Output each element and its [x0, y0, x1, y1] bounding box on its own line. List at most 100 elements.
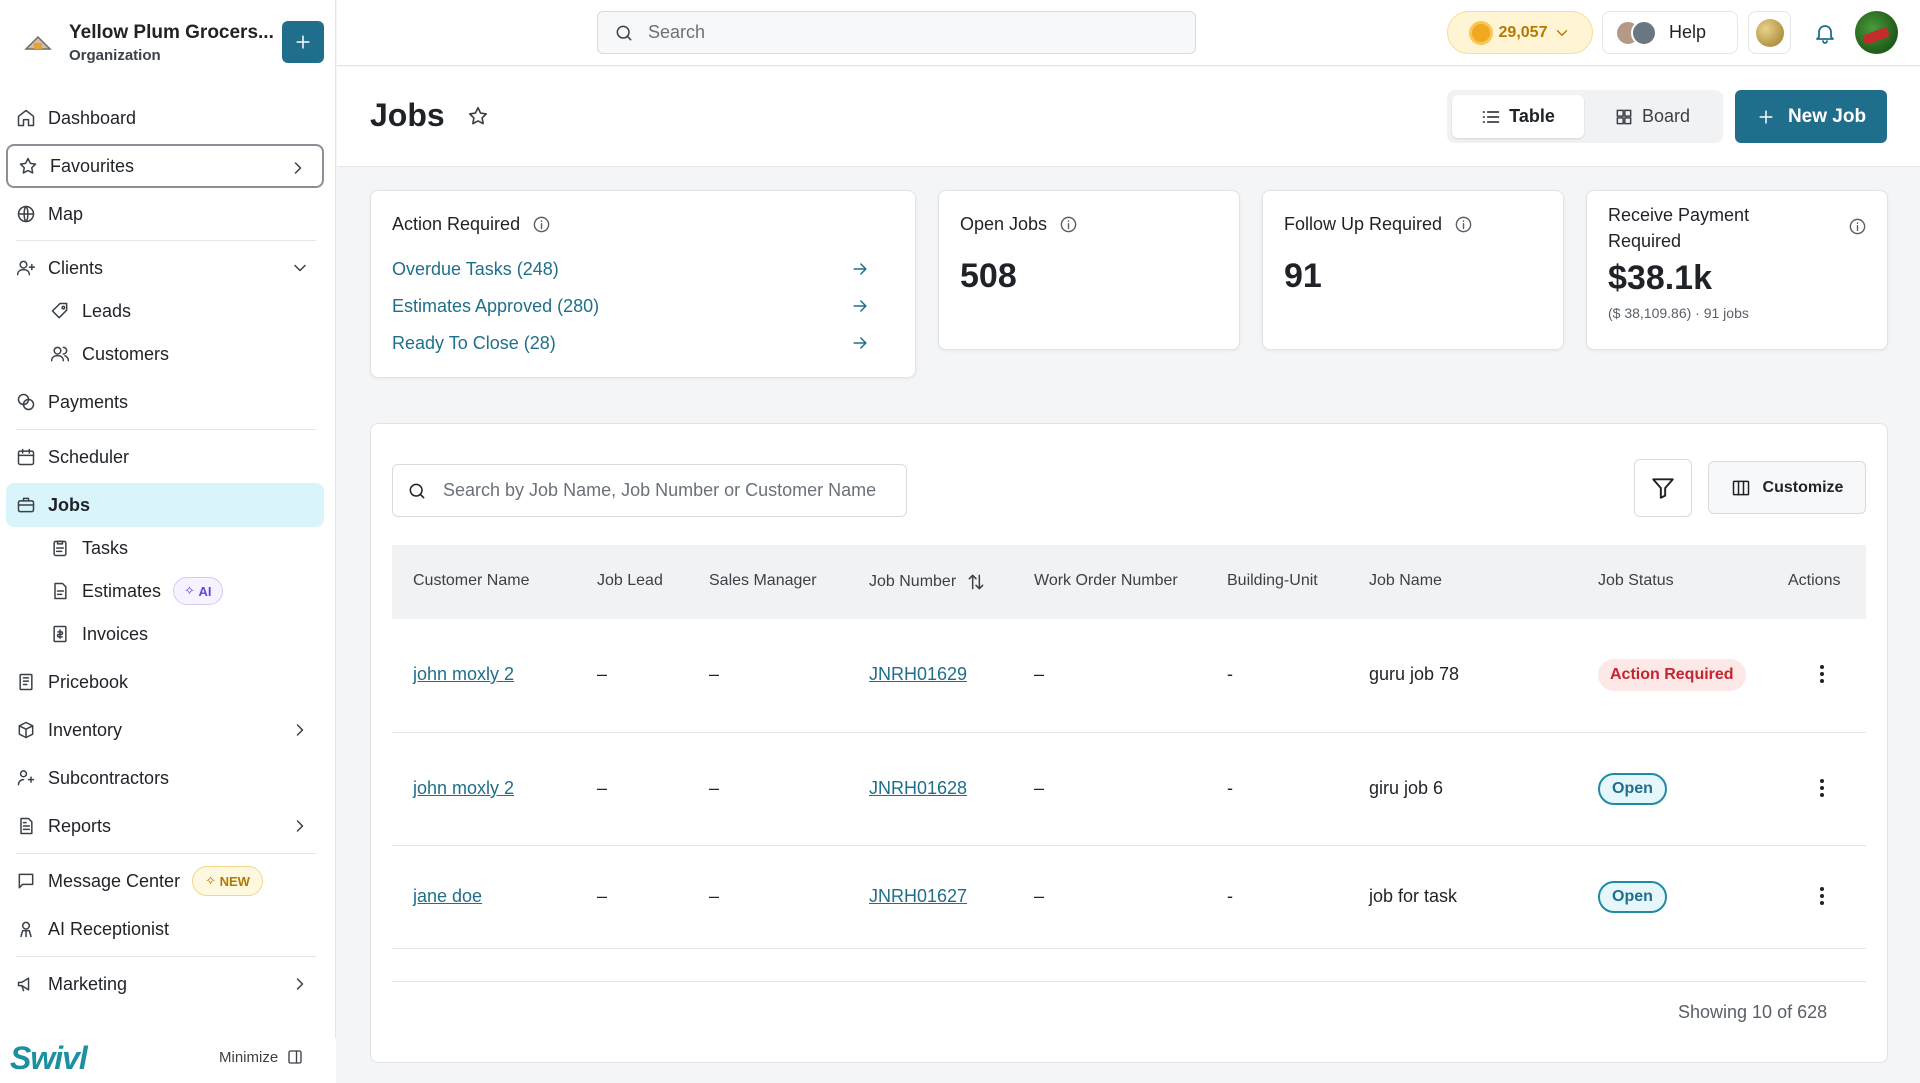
minimize-button[interactable]: Minimize	[219, 1048, 304, 1066]
sidebar-item-favourites[interactable]: Favourites	[6, 144, 324, 188]
job-lead: –	[597, 778, 608, 798]
sales-manager: –	[709, 886, 720, 906]
credits-button[interactable]: 29,057	[1447, 11, 1593, 54]
ready-to-close-link[interactable]: Ready To Close (28)	[392, 333, 892, 354]
sidebar-item-scheduler[interactable]: Scheduler	[6, 435, 324, 479]
building-unit: -	[1227, 664, 1233, 684]
tab-table[interactable]: Table	[1452, 95, 1584, 138]
kebab-icon[interactable]	[1812, 776, 1832, 800]
divider	[16, 853, 316, 854]
column-header[interactable]: Sales Manager	[709, 572, 817, 590]
help-button[interactable]: Help	[1602, 11, 1738, 54]
sidebar-item-tasks[interactable]: Tasks	[44, 526, 324, 570]
sidebar-item-jobs[interactable]: Jobs	[6, 483, 324, 527]
sidebar-item-leads[interactable]: Leads	[44, 289, 324, 333]
sidebar-item-inventory[interactable]: Inventory	[6, 708, 324, 752]
info-icon[interactable]	[1059, 215, 1078, 234]
user-link-icon	[17, 770, 35, 786]
sidebar-item-label: Reports	[48, 815, 112, 836]
arrow-right-icon	[853, 263, 867, 275]
org-switcher[interactable]: Yellow Plum Grocers... Organization	[18, 18, 324, 68]
columns-icon	[1732, 480, 1749, 495]
building-unit: -	[1227, 886, 1233, 906]
job-lead: –	[597, 664, 608, 684]
profile-avatar[interactable]	[1855, 11, 1898, 54]
sidebar-item-subcontractors[interactable]: Subcontractors	[6, 756, 324, 800]
column-header[interactable]: Job Status	[1598, 572, 1674, 590]
customer-link[interactable]: john moxly 2	[413, 664, 514, 685]
card-value: 91	[1284, 257, 1322, 295]
table-row[interactable]: john moxly 2 – – JNRH01629 – - guru job …	[392, 619, 1866, 733]
divider	[392, 981, 1866, 982]
sidebar-item-dashboard[interactable]: Dashboard	[6, 96, 324, 140]
column-header[interactable]: Work Order Number	[1034, 572, 1178, 590]
job-name: giru job 6	[1369, 778, 1444, 798]
sidebar-item-label: Pricebook	[48, 671, 129, 692]
ai-assistant-button[interactable]	[1748, 11, 1791, 54]
calendar-icon	[17, 448, 35, 466]
receptionist-icon	[20, 921, 32, 938]
table-row[interactable]: jane doe – – JNRH01627 – - job for task …	[392, 846, 1866, 949]
sidebar-item-estimates[interactable]: Estimates ✧ AI	[44, 569, 324, 613]
sidebar-item-pricebook[interactable]: Pricebook	[6, 660, 324, 704]
sidebar-item-label: Leads	[82, 300, 132, 321]
chat-icon	[18, 873, 34, 889]
add-button[interactable]	[282, 21, 324, 63]
tab-board[interactable]: Board	[1586, 95, 1718, 138]
open-jobs-card[interactable]: Open Jobs 508	[938, 190, 1240, 350]
info-icon[interactable]	[1454, 215, 1473, 234]
sidebar-item-message-center[interactable]: Message Center ✧ NEW	[6, 859, 324, 903]
column-header[interactable]: Building-Unit	[1227, 572, 1318, 590]
minimize-label: Minimize	[219, 1048, 279, 1066]
sidebar-item-label: Jobs	[48, 494, 91, 515]
notifications-button[interactable]	[1803, 11, 1846, 54]
overdue-tasks-link[interactable]: Overdue Tasks (248)	[392, 259, 892, 280]
sidebar-item-clients[interactable]: Clients	[6, 246, 324, 290]
table-row[interactable]: john moxly 2 – – JNRH01628 – - giru job …	[392, 733, 1866, 846]
action-required-card: Action Required Overdue Tasks (248) Esti…	[370, 190, 916, 378]
invoice-icon	[53, 625, 67, 643]
info-icon[interactable]	[1848, 217, 1867, 236]
column-header[interactable]: Customer Name	[413, 572, 529, 590]
sidebar-item-label: Subcontractors	[48, 767, 170, 788]
column-header-job-number[interactable]: Job Number	[869, 572, 986, 592]
search-input[interactable]	[648, 22, 1168, 43]
receive-payment-card[interactable]: Receive Payment Required $38.1k ($ 38,10…	[1586, 190, 1888, 350]
kebab-icon[interactable]	[1812, 662, 1832, 686]
filter-button[interactable]	[1634, 459, 1692, 517]
global-search[interactable]	[597, 11, 1196, 54]
customer-link[interactable]: john moxly 2	[413, 778, 514, 799]
sidebar-item-marketing[interactable]: Marketing	[6, 962, 324, 1006]
new-job-button[interactable]: New Job	[1735, 90, 1887, 143]
table-search-input[interactable]	[443, 480, 883, 501]
star-icon[interactable]	[467, 105, 489, 127]
job-number-link[interactable]: JNRH01627	[869, 886, 967, 907]
job-number-link[interactable]: JNRH01629	[869, 664, 967, 685]
sidebar-item-label: Customers	[82, 343, 170, 364]
job-number-link[interactable]: JNRH01628	[869, 778, 967, 799]
column-header[interactable]: Job Name	[1369, 572, 1442, 590]
sidebar-item-ai-receptionist[interactable]: AI Receptionist	[6, 907, 324, 951]
new-badge: ✧ NEW	[192, 866, 263, 896]
follow-up-card[interactable]: Follow Up Required 91	[1262, 190, 1564, 350]
sort-icon[interactable]	[966, 572, 986, 592]
sidebar-item-invoices[interactable]: Invoices	[44, 612, 324, 656]
home-icon	[17, 109, 35, 127]
sidebar-item-label: Inventory	[48, 719, 123, 740]
building-unit: -	[1227, 778, 1233, 798]
customize-button[interactable]: Customize	[1708, 461, 1866, 514]
jobs-table-panel: Customize Customer Name Job Lead Sales M…	[370, 423, 1888, 1063]
customer-link[interactable]: jane doe	[413, 886, 482, 907]
help-label: Help	[1669, 22, 1707, 42]
arrow-right-icon	[853, 337, 867, 349]
info-icon[interactable]	[532, 215, 551, 234]
search-icon	[616, 25, 632, 40]
table-search[interactable]	[392, 464, 907, 517]
column-header[interactable]: Job Lead	[597, 572, 663, 590]
sidebar-item-customers[interactable]: Customers	[44, 332, 324, 376]
kebab-icon[interactable]	[1812, 884, 1832, 908]
sidebar-item-map[interactable]: Map	[6, 192, 324, 236]
sidebar-item-payments[interactable]: Payments	[6, 380, 324, 424]
sidebar-item-reports[interactable]: Reports	[6, 804, 324, 848]
estimates-approved-link[interactable]: Estimates Approved (280)	[392, 296, 892, 317]
